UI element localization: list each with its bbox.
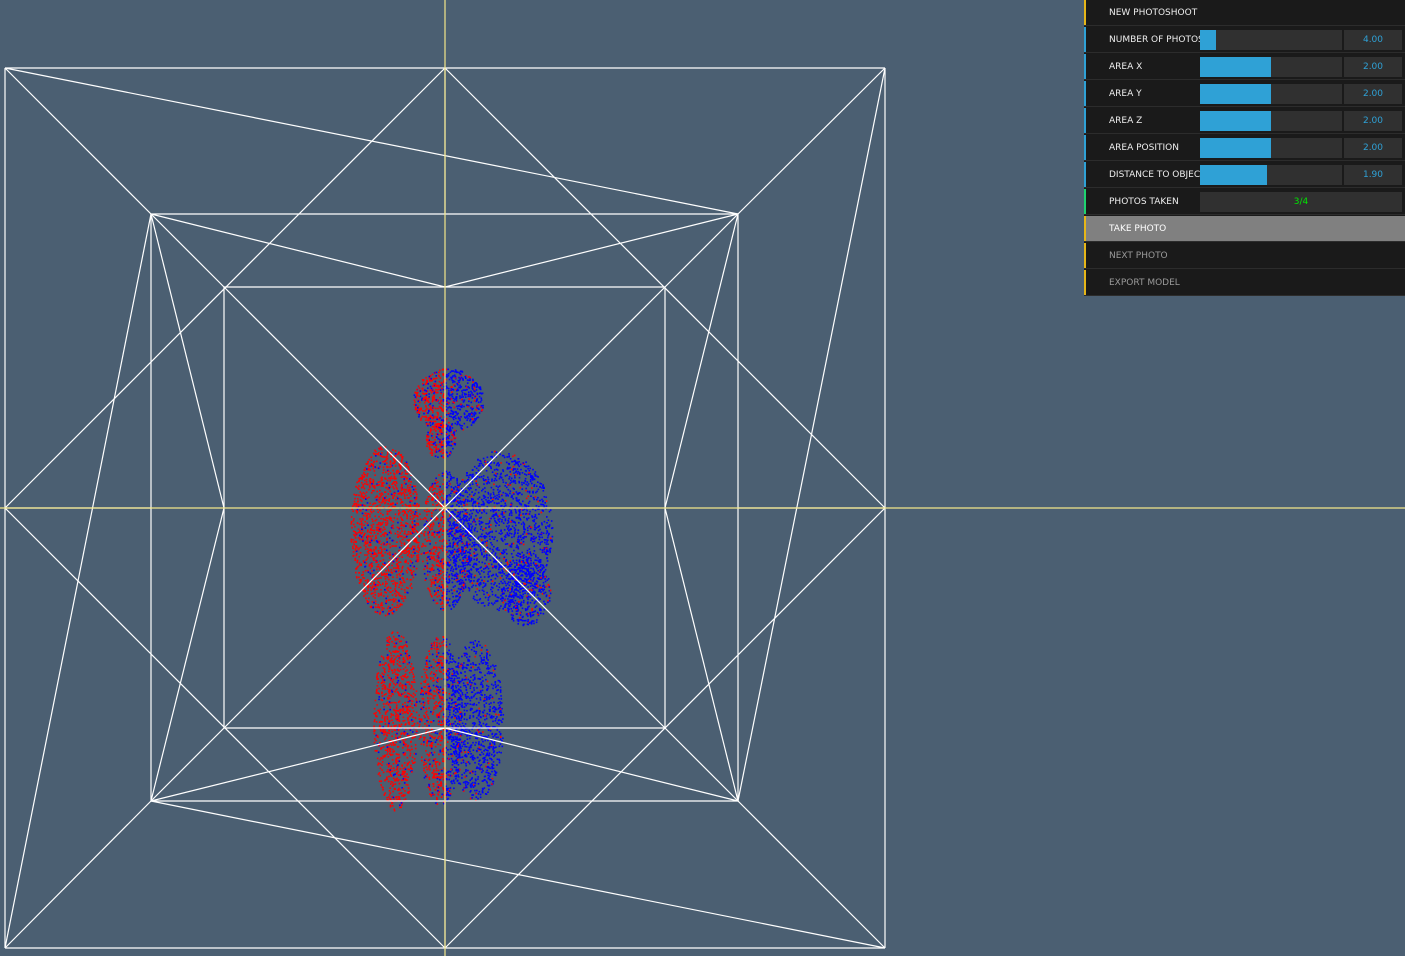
slider-track[interactable] bbox=[1200, 84, 1342, 104]
next-photo-button[interactable]: NEXT PHOTO bbox=[1084, 243, 1405, 269]
slider-area-position[interactable]: AREA POSITION 2.00 bbox=[1084, 135, 1405, 161]
slider-label: AREA POSITION bbox=[1109, 143, 1179, 153]
point-cloud-person bbox=[350, 368, 554, 812]
slider-number-of-photos[interactable]: NUMBER OF PHOTOS 4.00 bbox=[1084, 27, 1405, 53]
number-stripe bbox=[1084, 27, 1086, 52]
new-photoshoot-label: NEW PHOTOSHOOT bbox=[1109, 8, 1198, 18]
slider-value-input[interactable]: 2.00 bbox=[1344, 111, 1402, 131]
slider-fill bbox=[1200, 57, 1271, 77]
slider-area-z[interactable]: AREA Z 2.00 bbox=[1084, 108, 1405, 134]
slider-label: DISTANCE TO OBJECT bbox=[1109, 170, 1206, 180]
slider-track[interactable] bbox=[1200, 30, 1342, 50]
export-model-button[interactable]: EXPORT MODEL bbox=[1084, 270, 1405, 296]
button-stripe bbox=[1084, 270, 1086, 295]
new-photoshoot-folder[interactable]: NEW PHOTOSHOOT bbox=[1084, 0, 1405, 26]
take-photo-label: TAKE PHOTO bbox=[1109, 224, 1167, 234]
photos-taken-label: PHOTOS TAKEN bbox=[1109, 197, 1179, 207]
slider-value-input[interactable]: 2.00 bbox=[1344, 57, 1402, 77]
slider-label: AREA Y bbox=[1109, 89, 1142, 99]
slider-fill bbox=[1200, 30, 1216, 50]
slider-fill bbox=[1200, 111, 1271, 131]
export-model-label: EXPORT MODEL bbox=[1109, 278, 1180, 288]
slider-value-input[interactable]: 2.00 bbox=[1344, 138, 1402, 158]
next-photo-label: NEXT PHOTO bbox=[1109, 251, 1168, 261]
slider-label: NUMBER OF PHOTOS bbox=[1109, 35, 1204, 45]
slider-value-input[interactable]: 1.90 bbox=[1344, 165, 1402, 185]
number-stripe bbox=[1084, 81, 1086, 106]
number-stripe bbox=[1084, 108, 1086, 133]
readout-stripe bbox=[1084, 189, 1086, 214]
slider-label: AREA Z bbox=[1109, 116, 1143, 126]
photos-taken-value: 3/4 bbox=[1200, 192, 1402, 212]
slider-fill bbox=[1200, 84, 1271, 104]
number-stripe bbox=[1084, 162, 1086, 187]
slider-track[interactable] bbox=[1200, 165, 1342, 185]
slider-fill bbox=[1200, 138, 1271, 158]
take-photo-button[interactable]: TAKE PHOTO bbox=[1084, 216, 1405, 242]
control-panel: NEW PHOTOSHOOT NUMBER OF PHOTOS 4.00 AREA … bbox=[1084, 0, 1405, 296]
slider-label: AREA X bbox=[1109, 62, 1143, 72]
button-stripe bbox=[1084, 243, 1086, 268]
number-stripe bbox=[1084, 54, 1086, 79]
slider-track[interactable] bbox=[1200, 57, 1342, 77]
slider-area-y[interactable]: AREA Y 2.00 bbox=[1084, 81, 1405, 107]
number-stripe bbox=[1084, 135, 1086, 160]
slider-track[interactable] bbox=[1200, 111, 1342, 131]
slider-fill bbox=[1200, 165, 1268, 185]
button-stripe bbox=[1084, 216, 1086, 241]
slider-value-input[interactable]: 2.00 bbox=[1344, 84, 1402, 104]
folder-stripe bbox=[1084, 0, 1086, 25]
slider-area-x[interactable]: AREA X 2.00 bbox=[1084, 54, 1405, 80]
slider-value-input[interactable]: 4.00 bbox=[1344, 30, 1402, 50]
slider-distance-to-object[interactable]: DISTANCE TO OBJECT 1.90 bbox=[1084, 162, 1405, 188]
slider-track[interactable] bbox=[1200, 138, 1342, 158]
photos-taken-row: PHOTOS TAKEN 3/4 bbox=[1084, 189, 1405, 215]
